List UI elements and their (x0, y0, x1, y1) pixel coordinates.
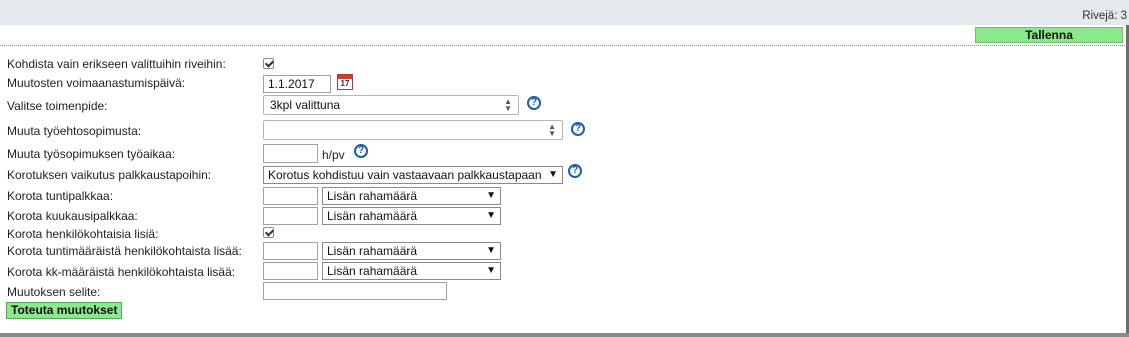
hourly-personal-raise-label: Korota tuntimääräistä henkilökohtaista l… (7, 244, 242, 258)
hourly-personal-mode-value: Lisän rahamäärä (327, 244, 418, 258)
action-select-value: 3kpl valittuna (270, 98, 341, 112)
description-input[interactable] (263, 282, 447, 300)
working-time-input[interactable] (263, 144, 318, 163)
bottom-border (0, 333, 1129, 337)
hourly-raise-input[interactable] (263, 187, 318, 205)
help-icon[interactable]: ? (568, 164, 582, 178)
help-icon[interactable]: ? (527, 96, 541, 110)
working-time-unit: h/pv (322, 148, 345, 162)
raise-effect-label: Korotuksen vaikutus palkkaustapoihin: (7, 168, 212, 182)
select-arrows-icon: ▲ ▼ (504, 97, 512, 113)
agreement-label: Muuta työehtosopimusta: (7, 124, 142, 138)
monthly-personal-raise-input[interactable] (263, 262, 318, 280)
raise-effect-value: Korotus kohdistuu vain vastaavaan palkka… (268, 168, 542, 182)
top-bar (0, 0, 1129, 25)
agreement-select[interactable]: ▲ ▼ (263, 120, 563, 140)
hourly-personal-raise-input[interactable] (263, 242, 318, 260)
only-selected-label: Kohdista vain erikseen valittuihin rivei… (7, 57, 226, 71)
hourly-raise-mode-value: Lisän rahamäärä (327, 189, 418, 203)
monthly-raise-mode-select[interactable]: Lisän rahamäärä ▼ (322, 207, 501, 225)
personal-raise-label: Korota henkilökohtaisia lisiä: (7, 227, 159, 241)
working-time-label: Muuta työsopimuksen työaikaa: (7, 147, 176, 161)
only-selected-checkbox[interactable] (263, 58, 274, 69)
monthly-raise-mode-value: Lisän rahamäärä (327, 209, 418, 223)
dropdown-triangle-icon: ▼ (486, 190, 496, 201)
select-arrows-icon: ▲ ▼ (548, 122, 556, 138)
apply-changes-button[interactable]: Toteuta muutokset (6, 302, 123, 319)
help-icon[interactable]: ? (571, 122, 585, 136)
divider (0, 45, 1129, 46)
monthly-personal-raise-label: Korota kk-määräistä henkilökohtaista lis… (7, 265, 236, 279)
action-label: Valitse toimenpide: (7, 99, 108, 113)
dropdown-triangle-icon: ▼ (486, 245, 496, 256)
dropdown-triangle-icon: ▼ (486, 265, 496, 276)
monthly-raise-input[interactable] (263, 207, 318, 225)
monthly-raise-label: Korota kuukausipalkkaa: (7, 209, 138, 223)
description-label: Muutoksen selite: (7, 285, 101, 299)
dropdown-triangle-icon: ▼ (486, 210, 496, 221)
personal-raise-checkbox[interactable] (263, 227, 274, 238)
row-count-label: Rivejä: 3 (1082, 10, 1127, 22)
hourly-raise-mode-select[interactable]: Lisän rahamäärä ▼ (322, 187, 501, 205)
calendar-icon-number: 17 (340, 79, 350, 88)
effective-date-label: Muutosten voimaanastumispäivä: (7, 76, 186, 90)
hourly-personal-mode-select[interactable]: Lisän rahamäärä ▼ (322, 242, 501, 260)
save-button[interactable]: Tallenna (975, 27, 1123, 43)
monthly-personal-mode-value: Lisän rahamäärä (327, 264, 418, 278)
effective-date-input[interactable]: 1.1.2017 (263, 75, 331, 93)
help-icon[interactable]: ? (354, 144, 368, 158)
calendar-icon[interactable]: 17 (337, 74, 353, 90)
action-select[interactable]: 3kpl valittuna ▲ ▼ (263, 95, 519, 115)
monthly-personal-mode-select[interactable]: Lisän rahamäärä ▼ (322, 262, 501, 280)
raise-effect-select[interactable]: Korotus kohdistuu vain vastaavaan palkka… (263, 166, 563, 184)
hourly-raise-label: Korota tuntipalkkaa: (7, 189, 114, 203)
dropdown-triangle-icon: ▼ (548, 169, 558, 180)
